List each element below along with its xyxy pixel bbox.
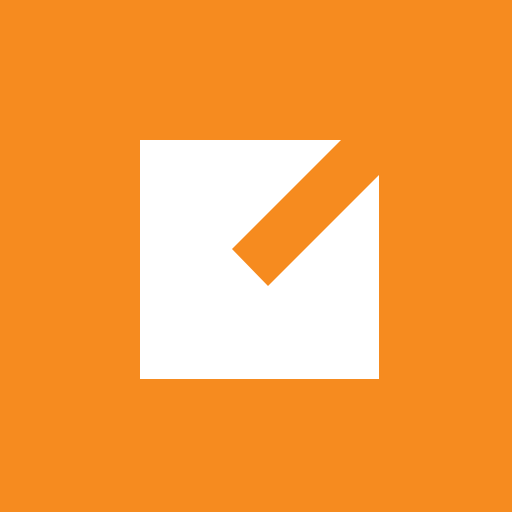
edit-note-icon — [140, 140, 379, 379]
note-shape — [140, 140, 379, 379]
app-icon-tile[interactable] — [0, 0, 512, 512]
